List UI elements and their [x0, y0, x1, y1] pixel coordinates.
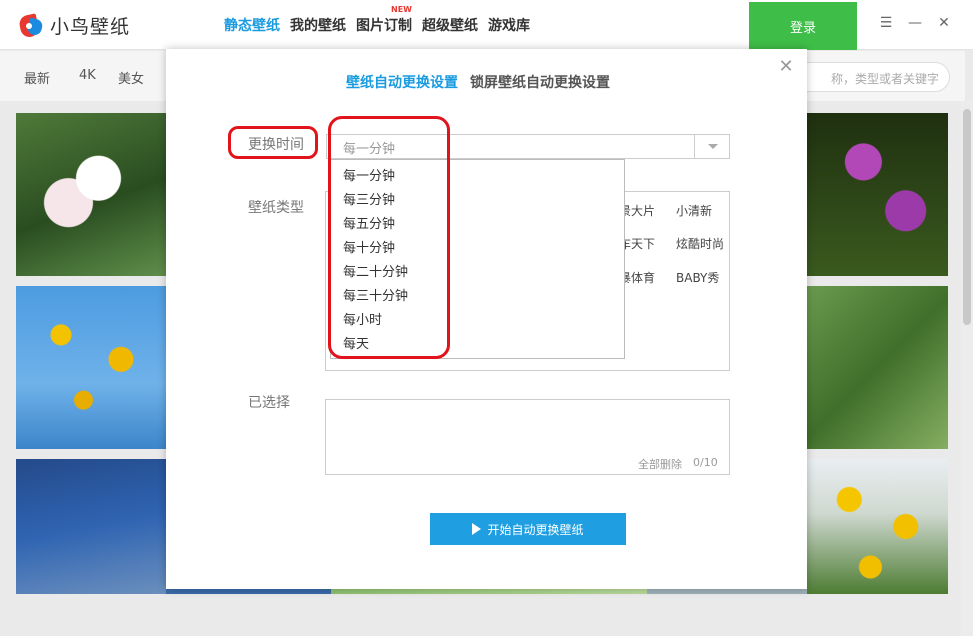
app-logo: 小鸟壁纸: [17, 12, 131, 39]
wallpaper-thumbnail[interactable]: [807, 459, 948, 594]
type-option[interactable]: 小清新: [676, 202, 712, 219]
new-badge: NEW: [391, 5, 412, 14]
category-beauty[interactable]: 美女: [118, 68, 144, 87]
play-icon: [472, 523, 482, 535]
chevron-down-icon[interactable]: [694, 135, 729, 158]
annotation-circle-dropdown: [328, 116, 450, 359]
category-4k[interactable]: 4K: [79, 68, 96, 83]
wallpaper-thumbnail[interactable]: [807, 286, 948, 449]
nav-game-library[interactable]: 游戏库: [488, 15, 530, 35]
close-icon[interactable]: ✕: [935, 14, 953, 32]
minimize-icon[interactable]: —: [906, 14, 924, 32]
start-button-label: 开始自动更换壁纸: [487, 522, 584, 537]
auto-change-dialog: ✕ 壁纸自动更换设置 锁屏壁纸自动更换设置 更换时间 每一分钟 壁纸类型 景大片…: [166, 49, 807, 589]
nav-static-wallpaper[interactable]: 静态壁纸: [224, 15, 280, 35]
nav-custom-picture[interactable]: 图片订制 NEW: [356, 5, 412, 35]
login-button[interactable]: 登录: [749, 2, 857, 50]
search-input[interactable]: 称，类型或者关键字: [790, 62, 950, 92]
dialog-tabs: 壁纸自动更换设置 锁屏壁纸自动更换设置: [346, 72, 610, 92]
type-option[interactable]: BABY秀: [676, 269, 719, 286]
menu-icon[interactable]: ☰: [877, 14, 895, 32]
title-bar: 小鸟壁纸 静态壁纸 我的壁纸 图片订制 NEW 超级壁纸 游戏库 登录 ☰ — …: [0, 0, 973, 50]
scrollbar-thumb[interactable]: [963, 109, 971, 325]
start-auto-change-button[interactable]: 开始自动更换壁纸: [430, 513, 626, 545]
type-label: 壁纸类型: [248, 200, 304, 216]
tab-lockscreen-auto-change[interactable]: 锁屏壁纸自动更换设置: [470, 72, 610, 92]
nav-my-wallpaper[interactable]: 我的壁纸: [290, 15, 346, 35]
wallpaper-thumbnail[interactable]: [16, 286, 166, 449]
app-name: 小鸟壁纸: [50, 16, 131, 38]
wallpaper-thumbnail[interactable]: [16, 459, 166, 594]
selected-count: 0/10: [693, 456, 718, 469]
nav-custom-picture-label: 图片订制: [356, 18, 412, 34]
category-latest[interactable]: 最新: [24, 68, 50, 87]
type-option[interactable]: 炫酷时尚: [676, 235, 724, 252]
interval-label: 更换时间: [248, 137, 304, 153]
bird-logo-icon: [17, 12, 46, 39]
nav-super-wallpaper[interactable]: 超级壁纸: [422, 15, 478, 35]
main-nav: 静态壁纸 我的壁纸 图片订制 NEW 超级壁纸 游戏库: [224, 5, 530, 35]
clear-all-link[interactable]: 全部删除: [638, 456, 682, 472]
selected-box: 全部删除 0/10: [325, 399, 730, 475]
tab-auto-change[interactable]: 壁纸自动更换设置: [346, 72, 458, 92]
wallpaper-thumbnail[interactable]: [16, 113, 166, 276]
wallpaper-thumbnail[interactable]: [807, 113, 948, 276]
selected-label: 已选择: [248, 395, 290, 411]
scrollbar[interactable]: [961, 101, 973, 636]
dialog-close-icon[interactable]: ✕: [776, 57, 796, 77]
